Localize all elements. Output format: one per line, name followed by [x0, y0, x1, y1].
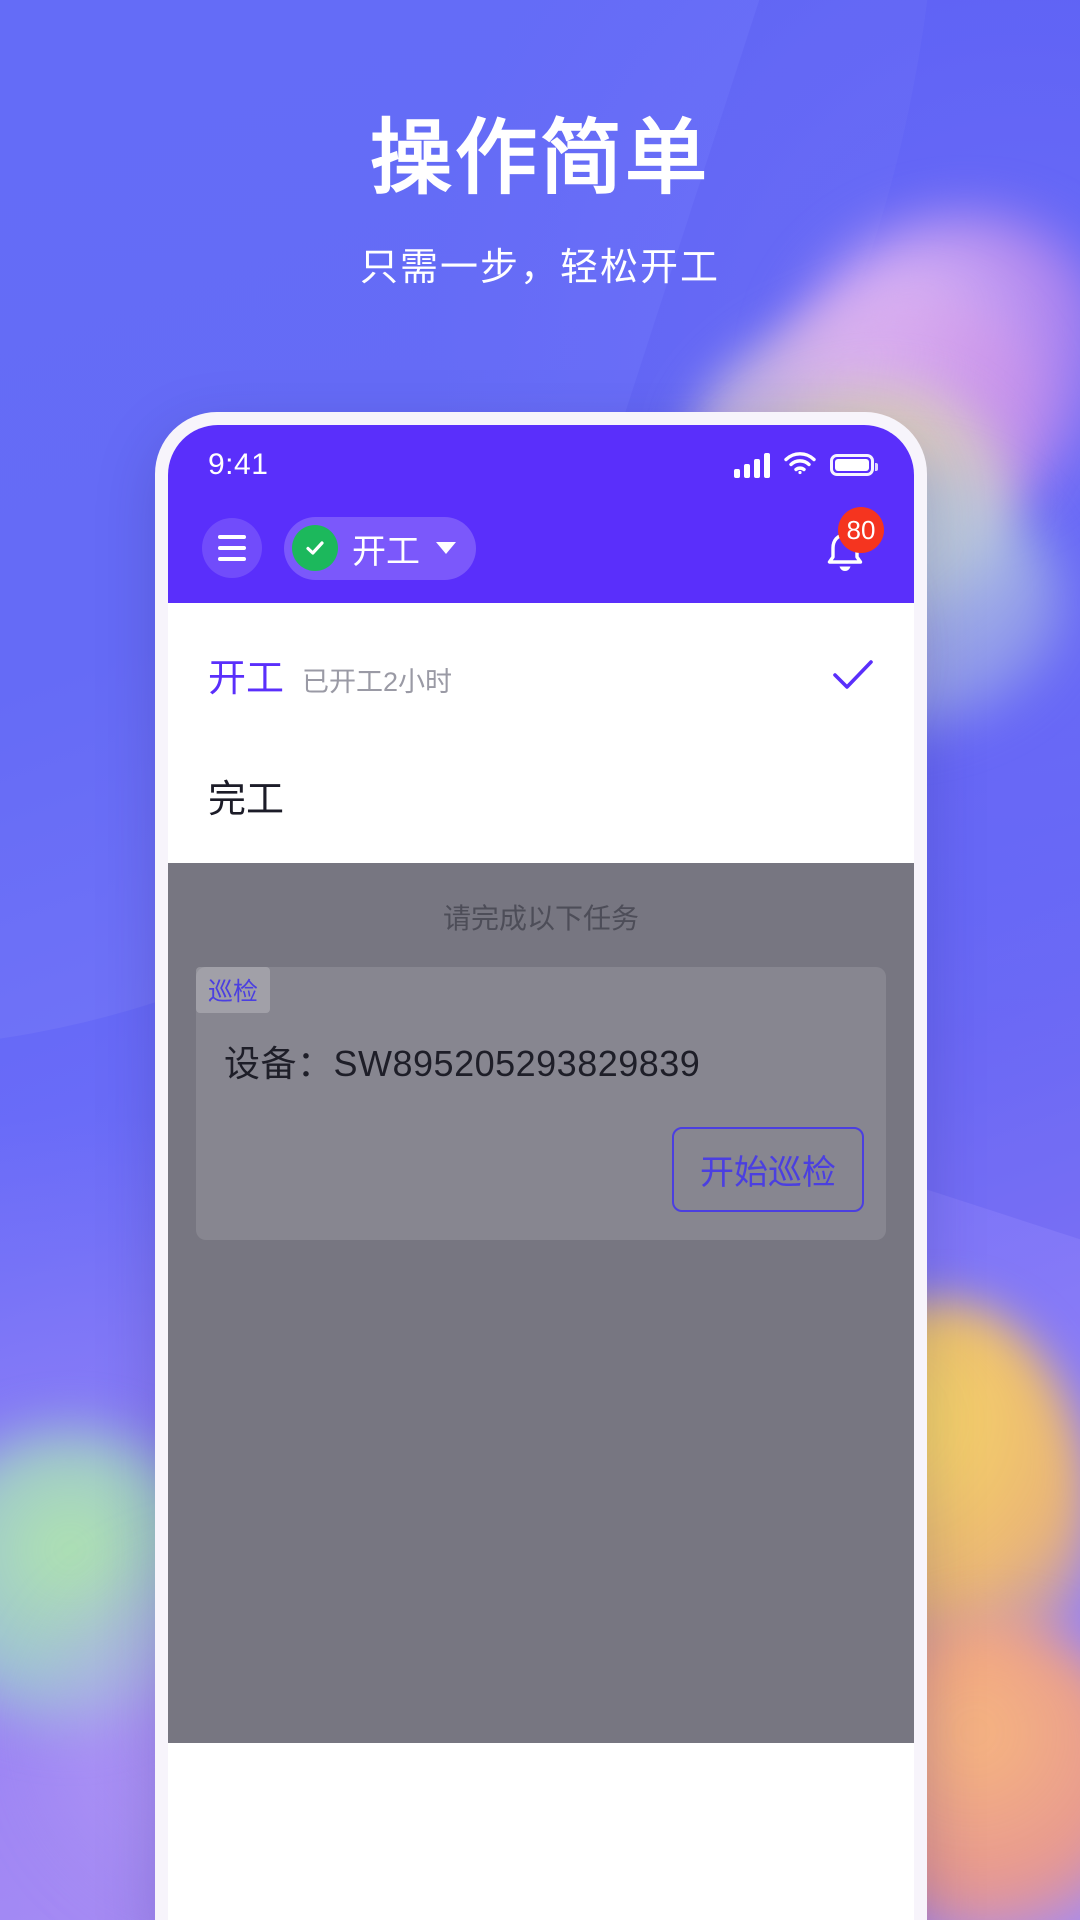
phone-screen: 9:41 开工 80 开工 已开工2小时 完工 请完成以下任务 巡检 设备：SW…: [168, 425, 914, 1920]
step-item-finish[interactable]: 完工: [208, 768, 874, 823]
task-device-label: 设备：: [224, 1043, 334, 1084]
step-start-left: 开工 已开工2小时: [208, 647, 452, 702]
phone-mockup: 9:41 开工 80 开工 已开工2小时 完工 请完成以下任务 巡检 设备：SW…: [155, 412, 927, 1920]
signal-bars-icon: [734, 452, 770, 478]
work-status-chip[interactable]: 开工: [284, 516, 476, 580]
notification-badge: 80: [838, 507, 884, 553]
chevron-down-icon: [436, 542, 456, 554]
app-header-bar: 开工 80: [168, 493, 914, 603]
step-start-title: 开工: [208, 658, 285, 700]
promo-copy: 操作简单 只需一步，轻松开工: [0, 118, 1080, 291]
task-hint: 请完成以下任务: [442, 903, 639, 934]
task-device-id: SW895205293829839: [333, 1043, 701, 1084]
notification-button[interactable]: 80: [814, 507, 884, 581]
task-actions: 开始巡检: [196, 1087, 886, 1212]
task-card: 巡检 设备：SW895205293829839 开始巡检: [196, 967, 886, 1240]
wifi-icon: [784, 451, 816, 480]
work-steps-card: 开工 已开工2小时 完工: [168, 603, 914, 863]
step-finish-title: 完工: [208, 779, 285, 821]
hamburger-menu-icon[interactable]: [202, 518, 262, 578]
battery-icon: [830, 454, 878, 476]
status-bar: 9:41: [168, 425, 914, 493]
task-device-row: 设备：SW895205293829839: [196, 1019, 886, 1087]
step-start-subtitle: 已开工2小时: [302, 667, 453, 697]
work-status-label: 开工: [352, 532, 420, 571]
page-title: 操作简单: [369, 113, 710, 204]
page-subtitle: 只需一步，轻松开工: [359, 247, 720, 289]
app-header-left: 开工: [202, 516, 476, 580]
step-item-start[interactable]: 开工 已开工2小时: [208, 647, 874, 702]
status-icons: [734, 451, 878, 480]
status-time: 9:41: [208, 448, 269, 481]
promo-stage: 操作简单 只需一步，轻松开工 9:41 开工 80 开工 已开工2小时 完工 请…: [0, 0, 1080, 1920]
check-icon: [832, 658, 874, 692]
check-circle-icon: [292, 525, 338, 571]
step-finish-left: 完工: [208, 768, 284, 823]
task-type-badge: 巡检: [196, 967, 271, 1013]
task-overlay-panel: 请完成以下任务 巡检 设备：SW895205293829839 开始巡检: [168, 863, 914, 1743]
start-inspection-button[interactable]: 开始巡检: [672, 1127, 864, 1212]
